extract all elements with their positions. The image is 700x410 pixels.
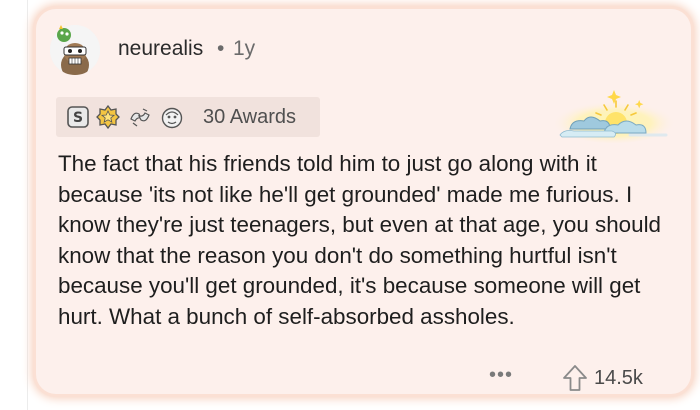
- hands-award-icon: [130, 108, 150, 127]
- awards-count: 30 Awards: [203, 106, 297, 128]
- face-award-icon: [161, 107, 183, 129]
- vote-score: 14.5k: [594, 367, 643, 389]
- avatar-icon: [50, 25, 100, 75]
- comment-body: The fact that his friends told him to ju…: [58, 151, 661, 329]
- upvote-arrow-icon[interactable]: [562, 364, 588, 392]
- gold-award-icon: [96, 105, 120, 129]
- comment-card: neurealis • 1y S 30 Awards The fact that…: [36, 9, 691, 394]
- awards-bar[interactable]: S 30 Awards: [56, 97, 320, 137]
- comment-age: 1y: [233, 37, 256, 60]
- thread-line: [27, 0, 28, 410]
- sunrise-clouds-icon: [552, 90, 674, 143]
- username[interactable]: neurealis: [118, 37, 203, 61]
- svg-text:S: S: [73, 110, 83, 126]
- meta-separator: •: [217, 37, 225, 60]
- more-options-button[interactable]: •••: [489, 364, 513, 387]
- silver-award-icon: S: [67, 106, 89, 128]
- user-avatar[interactable]: [50, 25, 100, 75]
